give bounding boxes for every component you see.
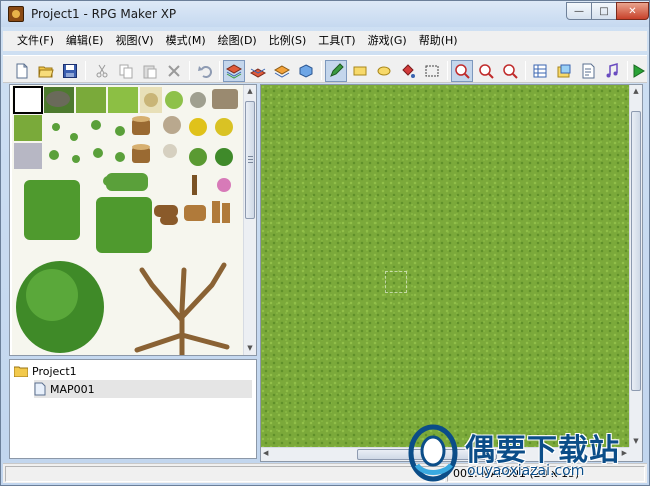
watermark-logo-icon	[408, 424, 458, 482]
scroll-grip	[248, 159, 253, 160]
tileset-scroll-thumb[interactable]	[245, 101, 255, 219]
map-vscroll-thumb[interactable]	[631, 111, 641, 391]
ellipse-icon[interactable]	[373, 60, 395, 82]
scroll-grip	[248, 162, 253, 163]
scroll-grip	[248, 156, 253, 157]
zoom-1-4-icon[interactable]	[499, 60, 521, 82]
menu-game[interactable]: 游戏(G)	[362, 31, 413, 51]
save-icon[interactable]	[59, 60, 81, 82]
new-file-icon[interactable]	[11, 60, 33, 82]
select-icon[interactable]	[421, 60, 443, 82]
menu-scale[interactable]: 比例(S)	[263, 31, 313, 51]
toolbar-separator	[447, 61, 448, 80]
menu-bar: 文件(F) 编辑(E) 视图(V) 模式(M) 绘图(D) 比例(S) 工具(T…	[3, 31, 647, 51]
map-tree: Project1 MAP001	[9, 359, 257, 459]
tileset-palette[interactable]	[12, 85, 245, 355]
script-editor-icon[interactable]	[577, 60, 599, 82]
cut-icon[interactable]	[91, 60, 113, 82]
menu-help[interactable]: 帮助(H)	[413, 31, 464, 51]
map-editor: ▲ ▼ ◀ ▶	[260, 84, 643, 462]
menu-tools[interactable]: 工具(T)	[312, 31, 361, 51]
toolbar-separator	[85, 61, 86, 80]
menu-mode[interactable]: 模式(M)	[160, 31, 212, 51]
layer-1-icon[interactable]	[223, 60, 245, 82]
scroll-up-arrow[interactable]: ▲	[630, 85, 642, 98]
toolbar-separator	[525, 61, 526, 80]
minimize-button[interactable]: —	[566, 2, 592, 20]
watermark-url: ouyaoxiazai.com	[467, 463, 585, 479]
tree-map-label: MAP001	[50, 382, 95, 396]
tileset-scrollbar[interactable]: ▲ ▼	[243, 85, 256, 355]
map-tile-cursor	[385, 271, 407, 293]
maximize-button[interactable]: □	[591, 2, 617, 20]
close-button[interactable]: ✕	[616, 2, 649, 20]
map-canvas[interactable]	[261, 85, 630, 448]
database-icon[interactable]	[529, 60, 551, 82]
map-file-icon	[34, 382, 46, 396]
scroll-up-arrow[interactable]: ▲	[244, 85, 256, 98]
delete-icon[interactable]	[163, 60, 185, 82]
title-bar[interactable]: Project1 - RPG Maker XP — □ ✕	[1, 1, 649, 27]
layer-2-icon[interactable]	[247, 60, 269, 82]
paste-icon[interactable]	[139, 60, 161, 82]
tileset-panel[interactable]: ▲ ▼	[9, 84, 257, 356]
zoom-1-1-icon[interactable]	[451, 60, 473, 82]
toolbar-separator	[321, 61, 322, 80]
toolbar-separator	[189, 61, 190, 80]
menu-view[interactable]: 视图(V)	[109, 31, 159, 51]
folder-icon	[14, 366, 28, 377]
toolbar-separator	[219, 61, 220, 80]
play-test-icon[interactable]	[627, 60, 649, 82]
rectangle-icon[interactable]	[349, 60, 371, 82]
toolbar	[3, 55, 647, 83]
menu-edit[interactable]: 编辑(E)	[60, 31, 110, 51]
menu-draw[interactable]: 绘图(D)	[212, 31, 263, 51]
tree-item-project[interactable]: Project1	[14, 362, 77, 380]
scroll-left-arrow[interactable]: ◀	[263, 449, 268, 457]
event-layer-icon[interactable]	[295, 60, 317, 82]
undo-icon[interactable]	[195, 60, 217, 82]
copy-icon[interactable]	[115, 60, 137, 82]
window-title: Project1 - RPG Maker XP	[31, 7, 177, 21]
tree-item-map[interactable]: MAP001	[34, 380, 252, 398]
pencil-icon[interactable]	[325, 60, 347, 82]
app-icon[interactable]	[8, 6, 24, 22]
watermark: 偶要下载站 ouyaoxiazai.com	[407, 421, 650, 485]
app-window: Project1 - RPG Maker XP — □ ✕ 文件(F) 编辑(E…	[0, 0, 650, 486]
open-folder-icon[interactable]	[35, 60, 57, 82]
tree-root-label: Project1	[32, 364, 77, 378]
scroll-down-arrow[interactable]: ▼	[244, 342, 256, 355]
menu-file[interactable]: 文件(F)	[11, 31, 60, 51]
map-vertical-scrollbar[interactable]: ▲ ▼	[629, 85, 642, 448]
sound-test-icon[interactable]	[601, 60, 623, 82]
status-cell-left	[5, 466, 445, 482]
zoom-1-2-icon[interactable]	[475, 60, 497, 82]
material-base-icon[interactable]	[553, 60, 575, 82]
layer-3-icon[interactable]	[271, 60, 293, 82]
fill-icon[interactable]	[397, 60, 419, 82]
